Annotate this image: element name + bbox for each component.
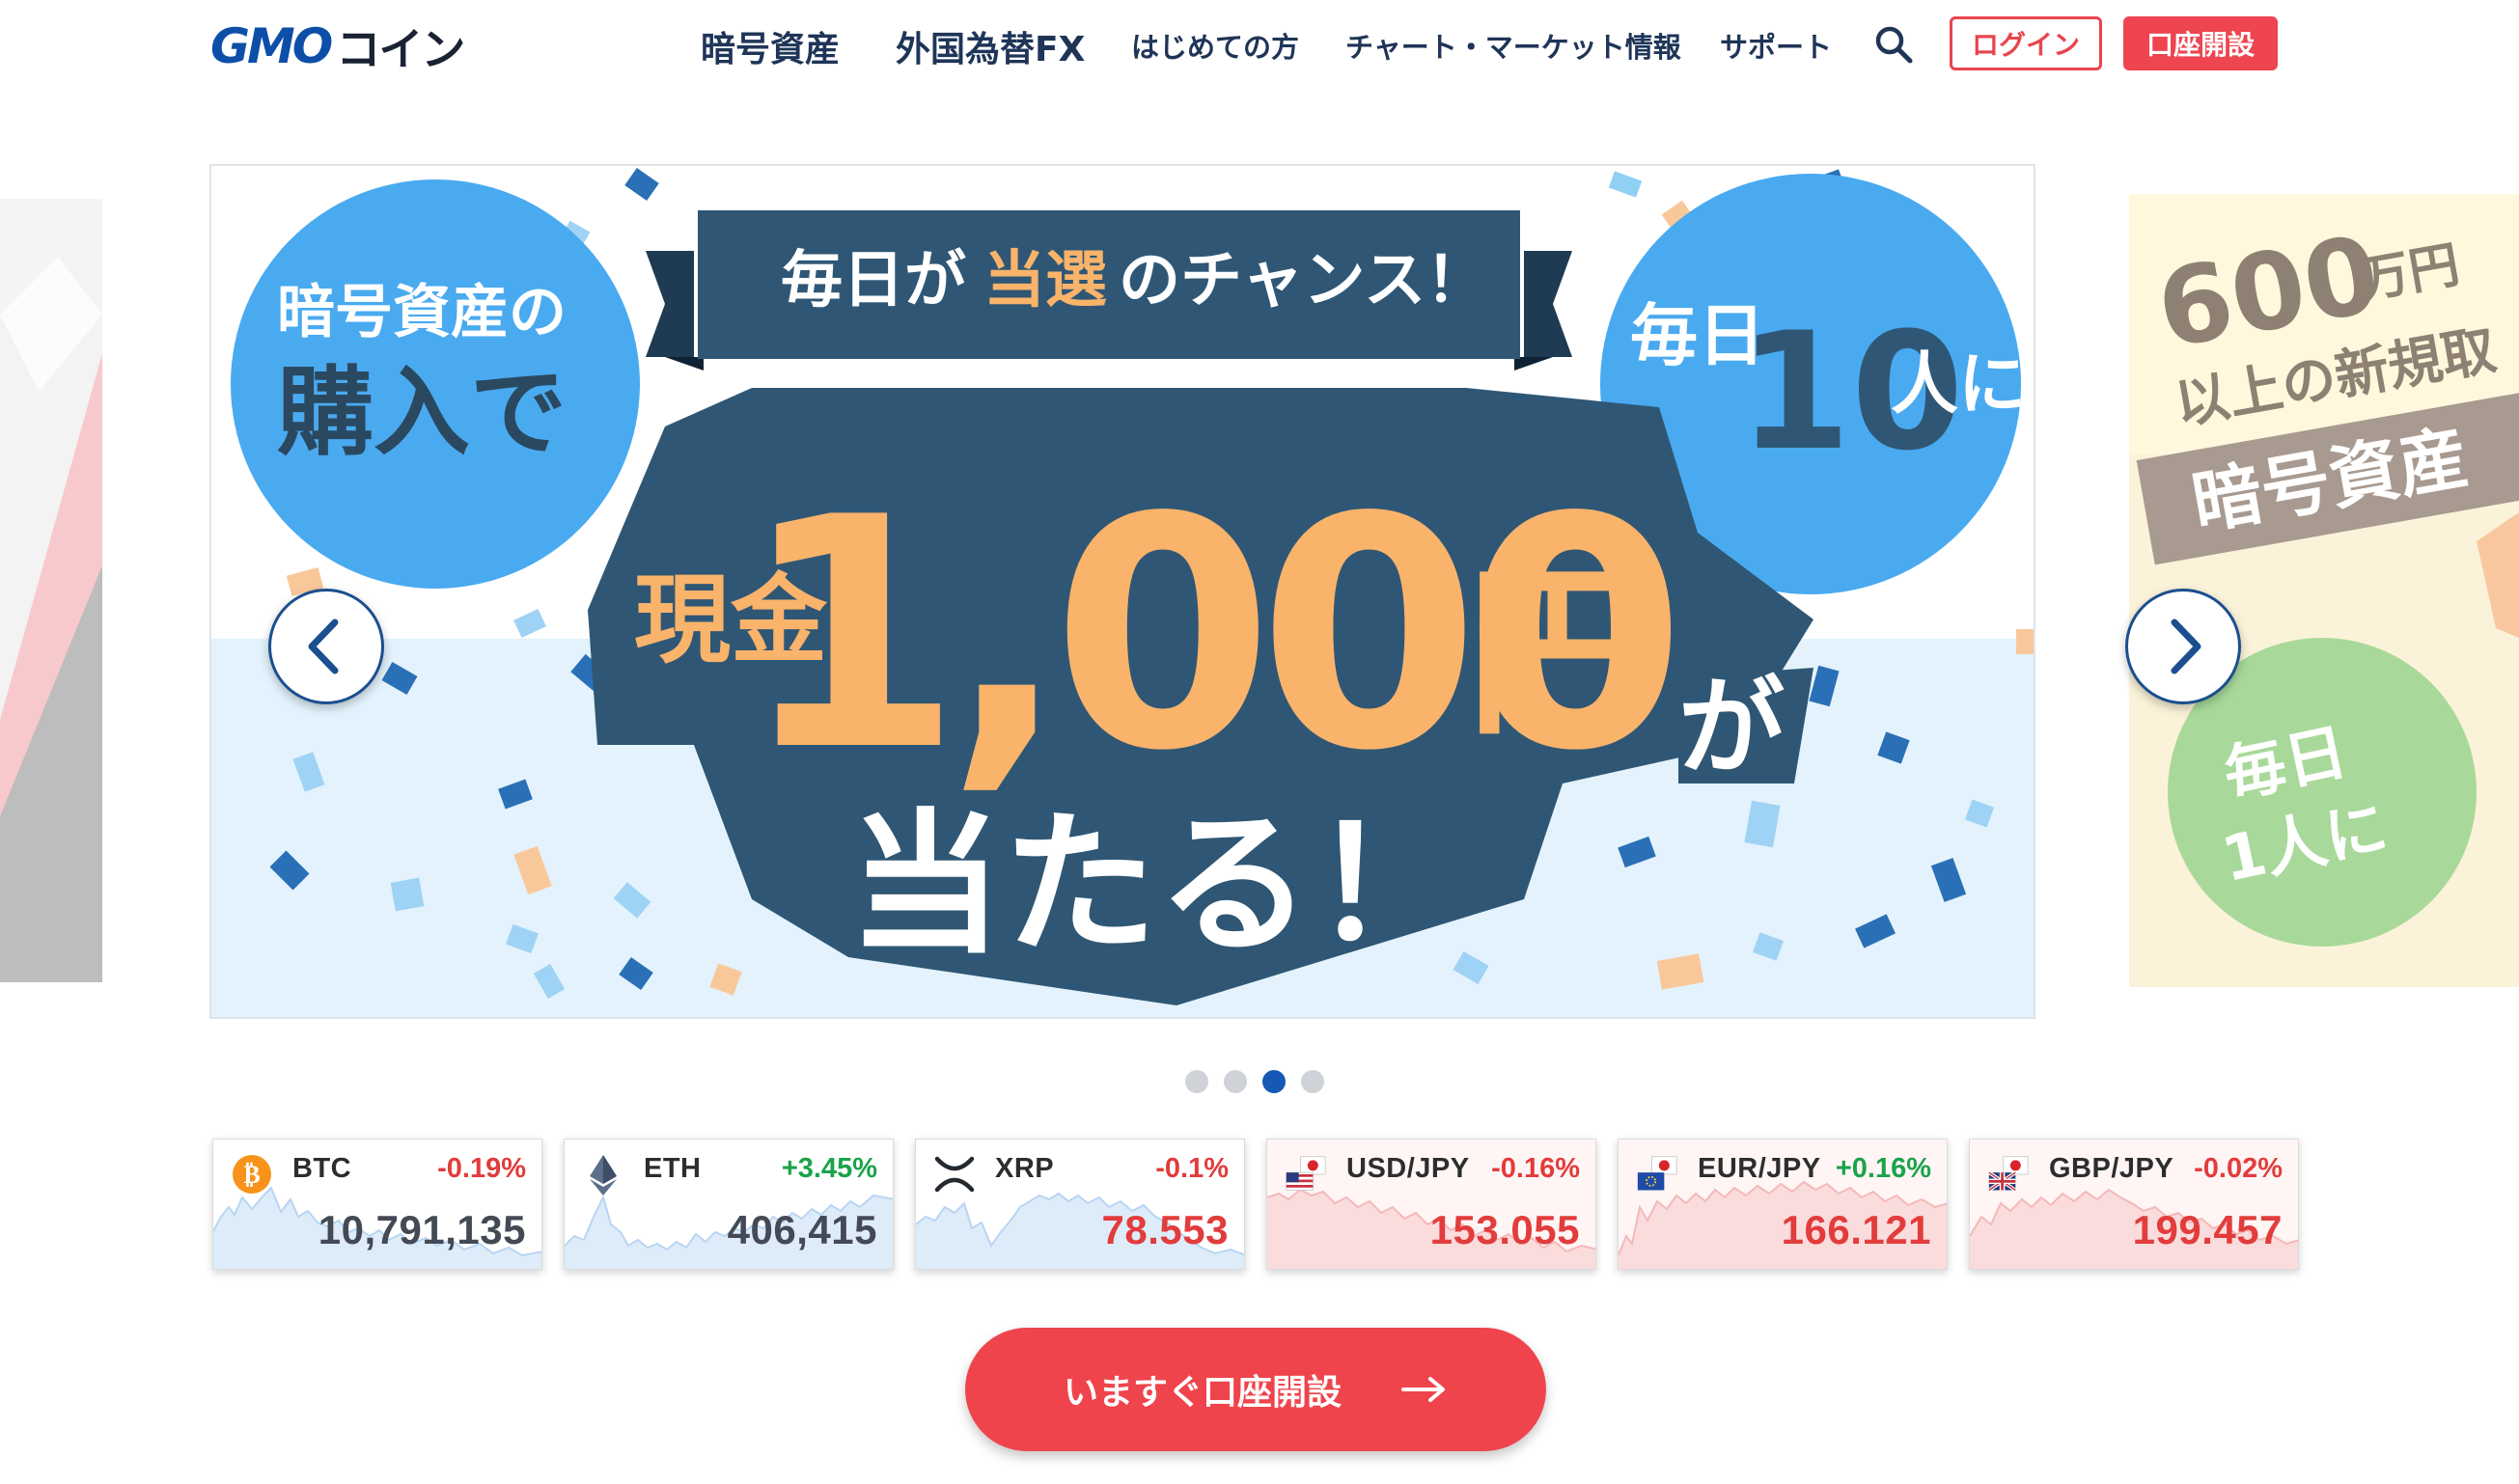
campaign-ribbon: 毎日が 当選 のチャンス！ (646, 210, 1572, 371)
ribbon-text-a: 毎日が (781, 245, 966, 316)
ticker-card-gbpjpy[interactable]: GBP/JPY -0.02% 199.457 (1969, 1139, 2299, 1270)
ribbon-text-b: 当選 (983, 245, 1107, 316)
chevron-left-icon (308, 618, 339, 674)
previous-slide-peek[interactable] (0, 199, 102, 982)
ethereum-icon (590, 1155, 617, 1195)
ticker-change: +3.45% (781, 1153, 877, 1184)
ticker-symbol: EUR/JPY (1698, 1153, 1821, 1184)
left-circle-line2: 購入で (277, 356, 567, 469)
ticker-card-eth[interactable]: ETH +3.45% 406,415 (564, 1139, 894, 1270)
ticker-change: -0.1% (1155, 1153, 1229, 1184)
ticker-card-xrp[interactable]: XRP -0.1% 78.553 (915, 1139, 1245, 1270)
nav-beginners[interactable]: はじめての方 (1131, 25, 1299, 66)
bitcoin-icon: ₿ (233, 1155, 271, 1194)
ticker-price: 406,415 (727, 1207, 877, 1252)
login-button[interactable]: ログイン (1950, 16, 2102, 70)
ribbon-text-c: のチャンス！ (1119, 245, 1487, 316)
xrp-icon (934, 1156, 975, 1193)
nav-fx[interactable]: 外国為替FX (896, 21, 1085, 71)
prize-yen: 円 (1466, 546, 1649, 759)
nav-support[interactable]: サポート (1720, 25, 1832, 66)
ticker-change: +0.16% (1835, 1153, 1931, 1184)
carousel-dot[interactable] (1224, 1070, 1247, 1093)
campaign-banner[interactable]: 暗号資産の 購入で 毎日 10 人に 毎日が 当選 のチャンス！ 現金 1,00… (209, 164, 2035, 1019)
ticker-symbol: GBP/JPY (2049, 1153, 2174, 1184)
ticker-change: -0.16% (1491, 1153, 1580, 1184)
nav-crypto[interactable]: 暗号資産 (701, 21, 840, 71)
carousel-dot[interactable] (1301, 1070, 1324, 1093)
right-circle-c: 人に (1891, 344, 2026, 424)
logo-gmo-text: GMO (210, 18, 333, 74)
us-jp-flag-icon (1286, 1156, 1326, 1191)
ticker-symbol: ETH (644, 1153, 702, 1184)
prize-bottom-text: 当たる！ (848, 794, 1466, 975)
chevron-right-icon (2171, 618, 2201, 674)
campaign-banner-art: 暗号資産の 購入で 毎日 10 人に 毎日が 当選 のチャンス！ 現金 1,00… (211, 166, 2034, 1017)
ticker-symbol: USD/JPY (1346, 1153, 1470, 1184)
ticker-price: 199.457 (2132, 1207, 2283, 1252)
site-header: GMO コイン 暗号資産 外国為替FX はじめての方 チャート・マーケット情報 … (0, 0, 2519, 96)
gmo-coin-logo[interactable]: GMO コイン (210, 17, 465, 75)
logo-coin-text: コイン (336, 23, 465, 75)
prize-ga: が (1678, 666, 1785, 789)
ticker-card-eurjpy[interactable]: EUR/JPY +0.16% 166.121 (1618, 1139, 1948, 1270)
eu-jp-flag-icon (1637, 1156, 1677, 1191)
search-icon[interactable] (1872, 23, 1915, 66)
carousel-prev-button[interactable] (268, 589, 384, 704)
open-account-button[interactable]: 口座開設 (2123, 16, 2278, 70)
ticker-price: 153.055 (1429, 1207, 1580, 1252)
nav-chart-market[interactable]: チャート・マーケット情報 (1345, 25, 1681, 66)
previous-slide-art (0, 199, 102, 982)
carousel-dots (1185, 1070, 1324, 1093)
ticker-symbol: XRP (995, 1153, 1055, 1184)
open-account-now-button[interactable]: いますぐ口座開設 (965, 1328, 1546, 1451)
cta-label: いますぐ口座開設 (1063, 1373, 1342, 1413)
price-ticker: ₿ BTC -0.19% 10,791,135 ETH +3.45% 406,4… (212, 1139, 2299, 1270)
carousel-dot[interactable] (1185, 1070, 1208, 1093)
carousel-dot-active[interactable] (1262, 1070, 1286, 1093)
svg-text:₿: ₿ (243, 1161, 260, 1190)
left-circle-line1: 暗号資産の (277, 279, 567, 346)
carousel-next-button[interactable] (2125, 589, 2241, 704)
ticker-price: 78.553 (1101, 1207, 1229, 1252)
gb-jp-flag-icon (1987, 1156, 2029, 1193)
ticker-change: -0.19% (437, 1153, 526, 1184)
arrow-right-icon (1401, 1377, 1445, 1402)
ticker-change: -0.02% (2194, 1153, 2283, 1184)
ticker-symbol: BTC (292, 1153, 352, 1184)
ticker-card-usdjpy[interactable]: USD/JPY -0.16% 153.055 (1266, 1139, 1596, 1270)
ticker-price: 10,791,135 (318, 1207, 526, 1252)
ticker-price: 166.121 (1781, 1207, 1931, 1252)
left-promo-circle: 暗号資産の 購入で (231, 179, 640, 589)
ticker-card-btc[interactable]: ₿ BTC -0.19% 10,791,135 (212, 1139, 542, 1270)
